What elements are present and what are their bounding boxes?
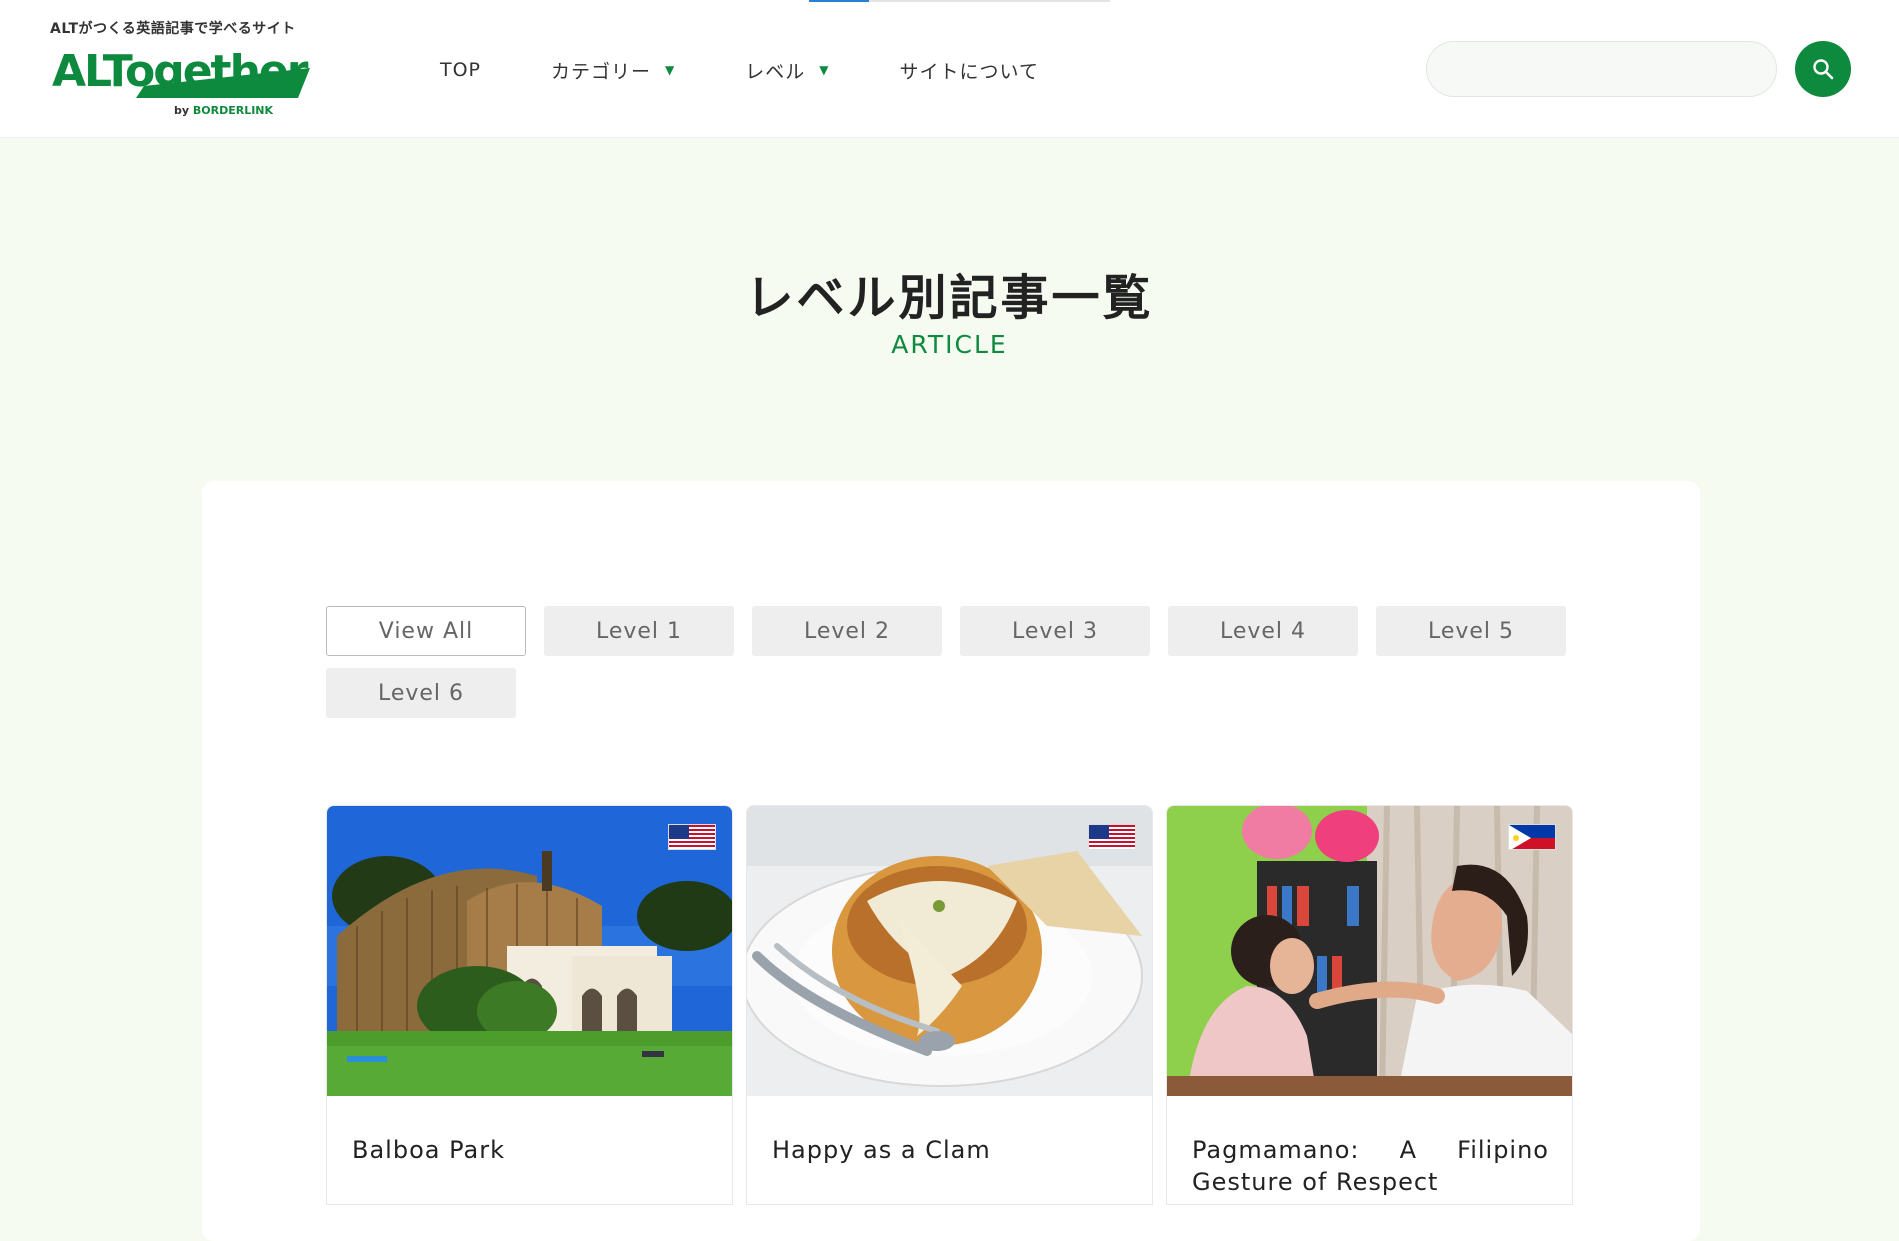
logo-by-brand: BORDERLINK xyxy=(192,104,274,117)
ph-flag-icon xyxy=(1508,824,1556,850)
article-thumbnail xyxy=(327,806,732,1096)
logo-by-prefix: by xyxy=(174,104,193,117)
logo-byline: by BORDERLINK xyxy=(174,104,273,117)
site-logo[interactable]: ALTがつくる英語記事で学べるサイト ALTogether by BORDERL… xyxy=(48,18,328,122)
top-progress-active xyxy=(809,0,869,2)
article-card-balboa-park[interactable]: Balboa Park xyxy=(326,805,733,1205)
top-progress-bar xyxy=(809,0,1110,2)
nav-label: サイトについて xyxy=(899,60,1039,83)
filter-level-5[interactable]: Level 5 xyxy=(1376,606,1566,656)
page-title: レベル別記事一覧 xyxy=(745,270,1154,326)
article-title: Happy as a Clam xyxy=(772,1136,991,1164)
filter-level-6[interactable]: Level 6 xyxy=(326,668,516,718)
article-card-happy-as-a-clam[interactable]: Happy as a Clam xyxy=(746,805,1153,1205)
search-icon xyxy=(1813,59,1834,80)
nav-item-top[interactable]: TOP xyxy=(440,59,481,81)
us-flag-icon xyxy=(668,824,716,850)
article-card-pagmamano[interactable]: Pagmamano: A Filipino Gesture of Respect xyxy=(1166,805,1573,1205)
nav-label: レベル xyxy=(745,60,806,83)
filter-level-1[interactable]: Level 1 xyxy=(544,606,734,656)
main-nav: TOP カテゴリー ▼ レベル ▼ サイトについて xyxy=(440,56,1109,84)
dropdown-triangle-icon: ▼ xyxy=(665,63,676,77)
article-thumbnail xyxy=(747,806,1152,1096)
nav-item-about[interactable]: サイトについて xyxy=(900,57,1039,84)
nav-item-level[interactable]: レベル ▼ xyxy=(745,57,829,84)
nav-item-category[interactable]: カテゴリー ▼ xyxy=(551,57,675,84)
page-subtitle: ARTICLE xyxy=(891,330,1008,359)
dropdown-triangle-icon: ▼ xyxy=(819,63,830,77)
filter-level-2[interactable]: Level 2 xyxy=(752,606,942,656)
filter-level-3[interactable]: Level 3 xyxy=(960,606,1150,656)
site-header: ALTがつくる英語記事で学べるサイト ALTogether by BORDERL… xyxy=(0,0,1899,138)
logo-wordmark: ALTogether xyxy=(52,46,308,97)
article-thumbnail xyxy=(1167,806,1572,1096)
article-title: Pagmamano: A Filipino Gesture of Respect xyxy=(1192,1136,1549,1196)
filter-view-all[interactable]: View All xyxy=(326,606,526,656)
article-title: Balboa Park xyxy=(352,1136,505,1164)
logo-tagline: ALTがつくる英語記事で学べるサイト xyxy=(50,21,296,37)
search-button[interactable] xyxy=(1795,41,1851,97)
nav-label: カテゴリー xyxy=(551,60,652,83)
filter-level-4[interactable]: Level 4 xyxy=(1168,606,1358,656)
us-flag-icon xyxy=(1088,824,1136,850)
search-input[interactable] xyxy=(1426,41,1777,97)
nav-label: TOP xyxy=(440,59,482,81)
